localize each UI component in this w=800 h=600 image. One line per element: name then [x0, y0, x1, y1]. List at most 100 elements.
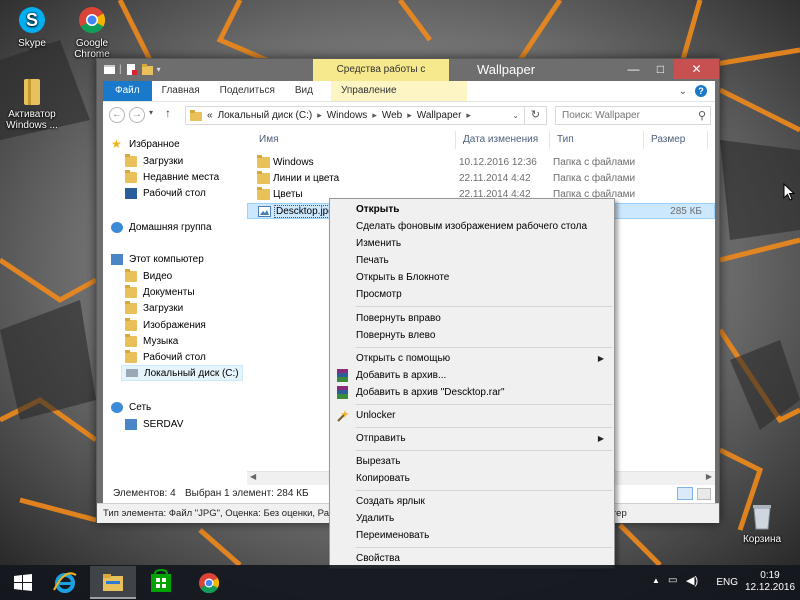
desktop-icon-activator[interactable]: Активатор Windows ... — [0, 75, 67, 131]
column-divider[interactable] — [707, 131, 708, 149]
menu-item-open-with[interactable]: Открыть с помощью ▶ — [332, 350, 612, 367]
column-header-type[interactable]: Тип — [557, 134, 574, 145]
taskbar-ie-button[interactable] — [42, 566, 88, 599]
breadcrumb-wallpaper[interactable]: Wallpaper — [417, 110, 462, 121]
nav-item-downloads-pc[interactable]: Загрузки — [125, 300, 183, 316]
properties-icon[interactable] — [125, 63, 138, 76]
breadcrumb-separator-icon[interactable]: ▸ — [317, 110, 322, 121]
nav-item-downloads[interactable]: Загрузки — [125, 153, 183, 169]
title-bar[interactable]: | ▾ Средства работы с рисунками Wallpape… — [97, 59, 719, 97]
menu-item-edit[interactable]: Изменить — [332, 235, 612, 252]
menu-item-rename[interactable]: Переименовать — [332, 527, 612, 544]
volume-icon[interactable]: ◀) — [686, 574, 698, 587]
breadcrumb-separator-icon[interactable]: ▸ — [466, 110, 471, 121]
search-input[interactable]: Поиск: Wallpaper ⚲ — [555, 106, 711, 125]
breadcrumb-local-disk[interactable]: Локальный диск (C:) — [218, 110, 313, 121]
details-view-icon[interactable] — [677, 487, 693, 500]
start-button[interactable] — [0, 566, 46, 599]
column-divider[interactable] — [643, 131, 644, 149]
homegroup-icon — [111, 221, 123, 233]
picture-tools-header: Средства работы с рисунками — [313, 59, 449, 97]
column-divider[interactable] — [455, 131, 456, 149]
nav-item-videos[interactable]: Видео — [125, 268, 172, 284]
tab-manage[interactable]: Управление — [330, 81, 467, 101]
menu-item-add-to-named-archive[interactable]: Добавить в архив "Desсktop.rar" — [332, 384, 612, 401]
desktop-icon-recycle-bin[interactable]: Корзина — [727, 500, 797, 545]
store-icon — [151, 568, 171, 592]
close-button[interactable]: ✕ — [674, 59, 719, 79]
menu-item-send-to[interactable]: Отправить ▶ — [332, 430, 612, 447]
breadcrumb-windows[interactable]: Windows — [327, 110, 368, 121]
column-divider[interactable] — [549, 131, 550, 149]
menu-item-unlocker[interactable]: Unlocker — [332, 407, 612, 424]
column-header-name[interactable]: Имя — [259, 134, 278, 145]
nav-item-local-disk[interactable]: Локальный диск (C:) — [121, 365, 243, 381]
menu-item-create-shortcut[interactable]: Создать ярлык — [332, 493, 612, 510]
tab-file[interactable]: Файл — [103, 81, 152, 101]
menu-separator — [356, 427, 612, 428]
nav-item-music[interactable]: Музыка — [125, 333, 178, 349]
winrar-icon — [337, 369, 348, 382]
downloads-folder-icon — [125, 300, 137, 314]
address-bar[interactable]: « Локальный диск (C:) ▸ Windows ▸ Web ▸ … — [185, 106, 525, 125]
address-dropdown-icon[interactable]: ⌄ — [512, 111, 519, 120]
language-indicator[interactable]: ENG — [716, 577, 738, 588]
menu-item-rotate-left[interactable]: Повернуть влево — [332, 327, 612, 344]
nav-item-pictures[interactable]: Изображения — [125, 317, 206, 333]
file-row[interactable]: Линии и цвета 22.11.2014 4:42 Папка с фа… — [247, 171, 715, 187]
submenu-arrow-icon: ▶ — [597, 354, 604, 363]
menu-item-add-to-archive[interactable]: Добавить в архив... — [332, 367, 612, 384]
clock[interactable]: 0:19 12.12.2016 — [744, 570, 796, 594]
new-folder-icon[interactable] — [141, 63, 154, 76]
menu-item-copy[interactable]: Копировать — [332, 470, 612, 487]
minimize-button[interactable]: — — [620, 59, 647, 79]
refresh-button[interactable]: ↻ — [525, 106, 547, 125]
desktop-icon-chrome[interactable]: Google Chrome — [57, 4, 127, 60]
large-icons-view-icon[interactable] — [697, 488, 711, 500]
menu-item-print[interactable]: Печать — [332, 252, 612, 269]
scroll-left-icon[interactable]: ◀ — [250, 472, 256, 481]
menu-item-set-wallpaper[interactable]: Сделать фоновым изображением рабочего ст… — [332, 218, 612, 235]
forward-button[interactable]: → — [129, 107, 145, 123]
taskbar-store-button[interactable] — [138, 566, 184, 599]
menu-item-open-in-notepad[interactable]: Открыть в Блокноте — [332, 269, 612, 286]
nav-this-pc[interactable]: Этот компьютер — [111, 251, 204, 267]
menu-item-rotate-right[interactable]: Повернуть вправо — [332, 310, 612, 327]
help-icon[interactable]: ? — [695, 85, 707, 97]
nav-homegroup[interactable]: Домашняя группа — [111, 219, 212, 235]
nav-item-desktop-pc[interactable]: Рабочий стол — [125, 349, 206, 365]
taskbar-explorer-button[interactable] — [90, 566, 136, 599]
maximize-button[interactable]: □ — [647, 59, 674, 79]
breadcrumb-separator-icon[interactable]: ▸ — [407, 110, 412, 121]
expand-ribbon-icon[interactable]: ⌄ — [679, 86, 687, 97]
nav-item-recent-places[interactable]: Недавние места — [125, 169, 219, 185]
tab-share[interactable]: Поделиться — [210, 81, 285, 101]
show-hidden-icons-icon[interactable]: ▲ — [652, 576, 660, 585]
breadcrumb-separator-icon[interactable]: ▸ — [372, 110, 377, 121]
breadcrumb-overflow[interactable]: « — [207, 110, 213, 121]
recent-locations-icon[interactable]: ▾ — [149, 108, 153, 117]
menu-item-open[interactable]: Открыть — [332, 201, 612, 218]
network-icon — [111, 401, 123, 413]
breadcrumb-web[interactable]: Web — [382, 110, 402, 121]
column-header-size[interactable]: Размер — [651, 134, 685, 145]
menu-item-cut[interactable]: Вырезать — [332, 453, 612, 470]
file-row[interactable]: Windows 10.12.2016 12:36 Папка с файлами — [247, 155, 715, 171]
back-button[interactable]: ← — [109, 107, 125, 123]
tab-home[interactable]: Главная — [152, 81, 210, 101]
mouse-cursor-icon — [783, 183, 795, 201]
menu-item-delete[interactable]: Удалить — [332, 510, 612, 527]
nav-network[interactable]: Сеть — [111, 399, 151, 415]
taskbar-chrome-button[interactable] — [186, 566, 232, 599]
nav-item-desktop[interactable]: Рабочий стол — [125, 185, 206, 201]
network-status-icon[interactable]: ▭ — [668, 575, 677, 586]
nav-favorites[interactable]: ★ Избранное — [111, 136, 180, 152]
tab-view[interactable]: Вид — [285, 81, 323, 101]
scroll-right-icon[interactable]: ▶ — [706, 472, 712, 481]
nav-item-serdav[interactable]: SERDAV — [125, 416, 183, 432]
qat-dropdown-icon[interactable]: ▾ — [157, 65, 161, 74]
up-button[interactable]: ↑ — [165, 106, 171, 120]
nav-item-documents[interactable]: Документы — [125, 284, 195, 300]
menu-item-preview[interactable]: Просмотр — [332, 286, 612, 303]
column-header-date[interactable]: Дата изменения — [463, 134, 538, 145]
